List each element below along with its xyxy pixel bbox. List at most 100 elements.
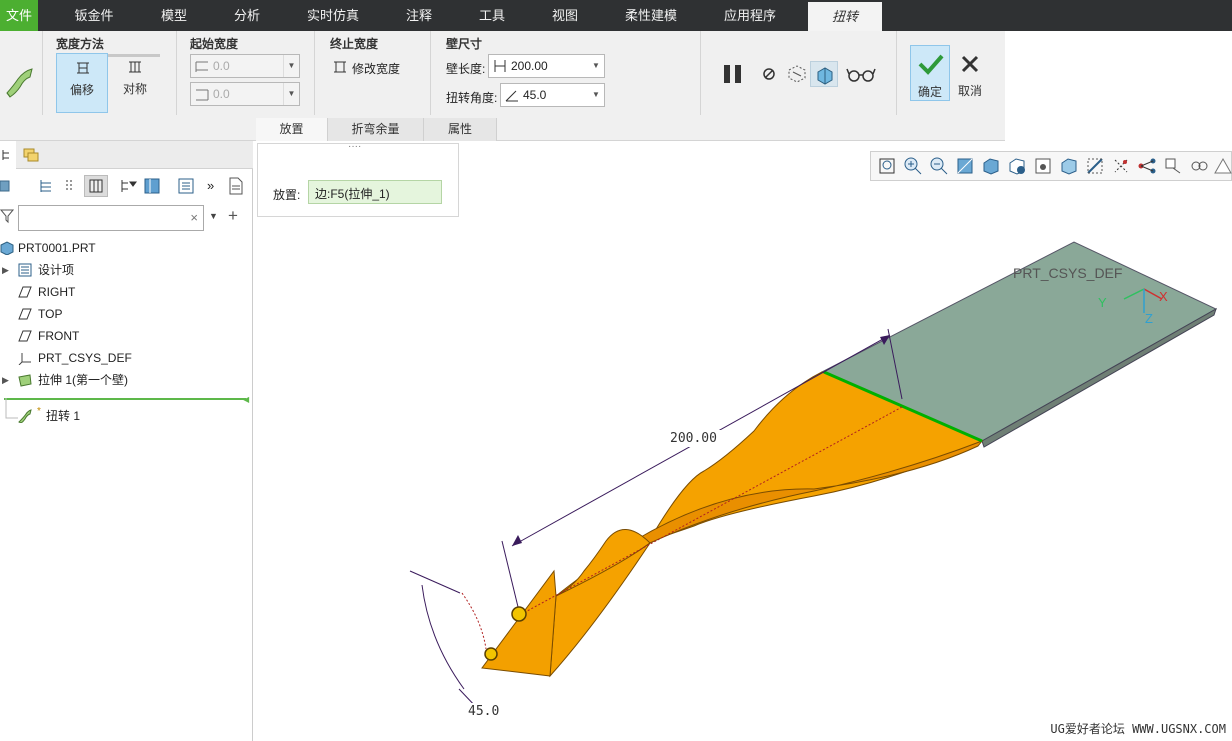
width-dimension-icon: [196, 89, 209, 101]
start-width-field-1[interactable]: 0.0 ▼: [190, 54, 300, 78]
feature-preview-toggle[interactable]: [810, 61, 838, 87]
tab-bend-allowance[interactable]: 折弯余量: [328, 118, 424, 141]
placement-label: 放置:: [273, 188, 301, 202]
zoom-in-icon[interactable]: [903, 156, 923, 176]
tab-flexible-modeling[interactable]: 柔性建模: [608, 0, 694, 31]
layers-icon[interactable]: [22, 147, 40, 163]
zoom-out-icon[interactable]: [929, 156, 949, 176]
cancel-label: 取消: [957, 84, 982, 98]
dimension-arrow: [512, 535, 522, 546]
chevron-down-icon[interactable]: ▼: [209, 211, 218, 221]
saved-orientations-icon[interactable]: [1007, 156, 1027, 176]
view-manager-icon[interactable]: [1033, 156, 1053, 176]
spin-center-icon[interactable]: [1163, 156, 1183, 176]
appearance-icon[interactable]: [1189, 156, 1209, 176]
show-icon[interactable]: [0, 179, 12, 193]
axis-y-label: Y: [1098, 295, 1107, 310]
no-preview-icon[interactable]: [761, 66, 777, 82]
wall-length-label: 壁长度:: [446, 62, 486, 76]
csys-icon: [18, 353, 31, 365]
tab-model-tree[interactable]: [0, 141, 16, 169]
filter-icon[interactable]: [0, 208, 14, 224]
angle-dimension-icon: [505, 90, 518, 102]
more-icon[interactable]: »: [207, 178, 214, 193]
document-icon[interactable]: [228, 177, 244, 195]
tab-annotate[interactable]: 注释: [384, 0, 454, 31]
expand-icon[interactable]: [64, 178, 74, 194]
repaint-icon[interactable]: [955, 156, 975, 176]
columns-icon[interactable]: [144, 178, 160, 194]
graphics-window[interactable]: PRT_CSYS_DEF X Y Z 200.00 45.0: [254, 141, 1232, 741]
chevron-down-icon[interactable]: ▼: [283, 55, 299, 77]
tab-sheetmetal[interactable]: 钣金件: [52, 0, 136, 31]
wall-length-dimension[interactable]: 200.00: [666, 430, 721, 447]
drag-handle[interactable]: [484, 647, 498, 661]
datum-plane-icon: [18, 330, 32, 342]
checkmark-icon: [918, 54, 944, 75]
offset-icon: [77, 62, 89, 74]
perspective-icon[interactable]: [1059, 156, 1079, 176]
clear-icon[interactable]: ×: [190, 210, 198, 225]
offset-label: 偏移: [69, 83, 94, 97]
start-width-title: 起始宽度: [190, 37, 239, 51]
angle-dimension-arc: [421, 584, 465, 690]
tab-live-simulation[interactable]: 实时仿真: [294, 0, 372, 31]
twist-angle-label: 扭转角度:: [446, 91, 498, 105]
ribbon-separator: [176, 31, 177, 115]
watermark-text: UG爱好者论坛 WWW.UGSNX.COM: [1050, 722, 1226, 736]
symmetric-icon: [129, 61, 141, 73]
tab-placement[interactable]: 放置: [256, 118, 328, 141]
tab-properties[interactable]: 属性: [424, 118, 497, 141]
add-icon[interactable]: +: [228, 206, 238, 226]
start-width-field-2[interactable]: 0.0 ▼: [190, 82, 300, 106]
warning-icon[interactable]: [1213, 156, 1232, 176]
modify-width-icon: [334, 61, 346, 73]
tab-applications[interactable]: 应用程序: [708, 0, 792, 31]
panel-resize-handle[interactable]: ····: [348, 141, 361, 152]
section-icon[interactable]: [1085, 156, 1105, 176]
placement-reference-collector[interactable]: 边:F5(拉伸_1): [308, 180, 442, 204]
chevron-down-icon[interactable]: ▼: [283, 83, 299, 105]
wall-length-field[interactable]: 200.00 ▼: [488, 54, 605, 78]
ribbon-tab-bar: 文件 钣金件 模型 分析 实时仿真 注释 工具 视图 柔性建模 应用程序 扭转: [0, 0, 1232, 31]
tree-search-input[interactable]: ×: [18, 205, 204, 231]
list-icon[interactable]: [178, 178, 194, 194]
ok-button[interactable]: 确定: [910, 45, 950, 101]
chevron-down-icon[interactable]: ▼: [588, 55, 604, 77]
symmetric-label: 对称: [122, 82, 147, 96]
refit-icon[interactable]: [877, 156, 897, 176]
symmetric-button[interactable]: 对称: [110, 53, 160, 113]
insert-indicator: [4, 398, 246, 400]
display-style-icon[interactable]: [981, 156, 1001, 176]
cancel-button[interactable]: 取消: [951, 45, 989, 101]
expand-arrow-icon[interactable]: ▶: [2, 370, 9, 390]
expand-arrow-icon[interactable]: ▶: [2, 260, 9, 280]
tree-columns-icon[interactable]: [38, 178, 54, 194]
tab-model[interactable]: 模型: [140, 0, 208, 31]
ok-label: 确定: [917, 85, 942, 99]
filter-tree-icon[interactable]: [120, 178, 138, 194]
glasses-icon[interactable]: [846, 65, 876, 83]
drag-handle[interactable]: [511, 606, 527, 622]
tree-icon: [2, 150, 9, 160]
modify-width-label: 修改宽度: [352, 62, 401, 76]
tab-twist[interactable]: 扭转: [808, 2, 882, 31]
insert-arrow-icon: ◀: [243, 395, 250, 404]
placement-panel: ···· 放置: 边:F5(拉伸_1): [257, 141, 459, 217]
annotation-display-icon[interactable]: [1137, 156, 1157, 176]
settings-toggle[interactable]: [84, 175, 108, 197]
tab-view[interactable]: 视图: [530, 0, 600, 31]
part-icon: [0, 241, 14, 255]
offset-button[interactable]: 偏移: [56, 53, 108, 113]
tab-tools[interactable]: 工具: [458, 0, 526, 31]
geometry-preview-icon[interactable]: [785, 62, 809, 86]
twist-angle-field[interactable]: 45.0 ▼: [500, 83, 605, 107]
tab-file[interactable]: 文件: [0, 0, 38, 31]
tab-analysis[interactable]: 分析: [212, 0, 282, 31]
twist-model-view[interactable]: [254, 141, 1232, 741]
twist-angle-dimension[interactable]: 45.0: [464, 703, 504, 720]
datum-display-icon[interactable]: [1111, 156, 1131, 176]
pause-icon[interactable]: [722, 63, 746, 85]
axis-x-label: X: [1159, 289, 1168, 304]
chevron-down-icon[interactable]: ▼: [588, 84, 604, 106]
